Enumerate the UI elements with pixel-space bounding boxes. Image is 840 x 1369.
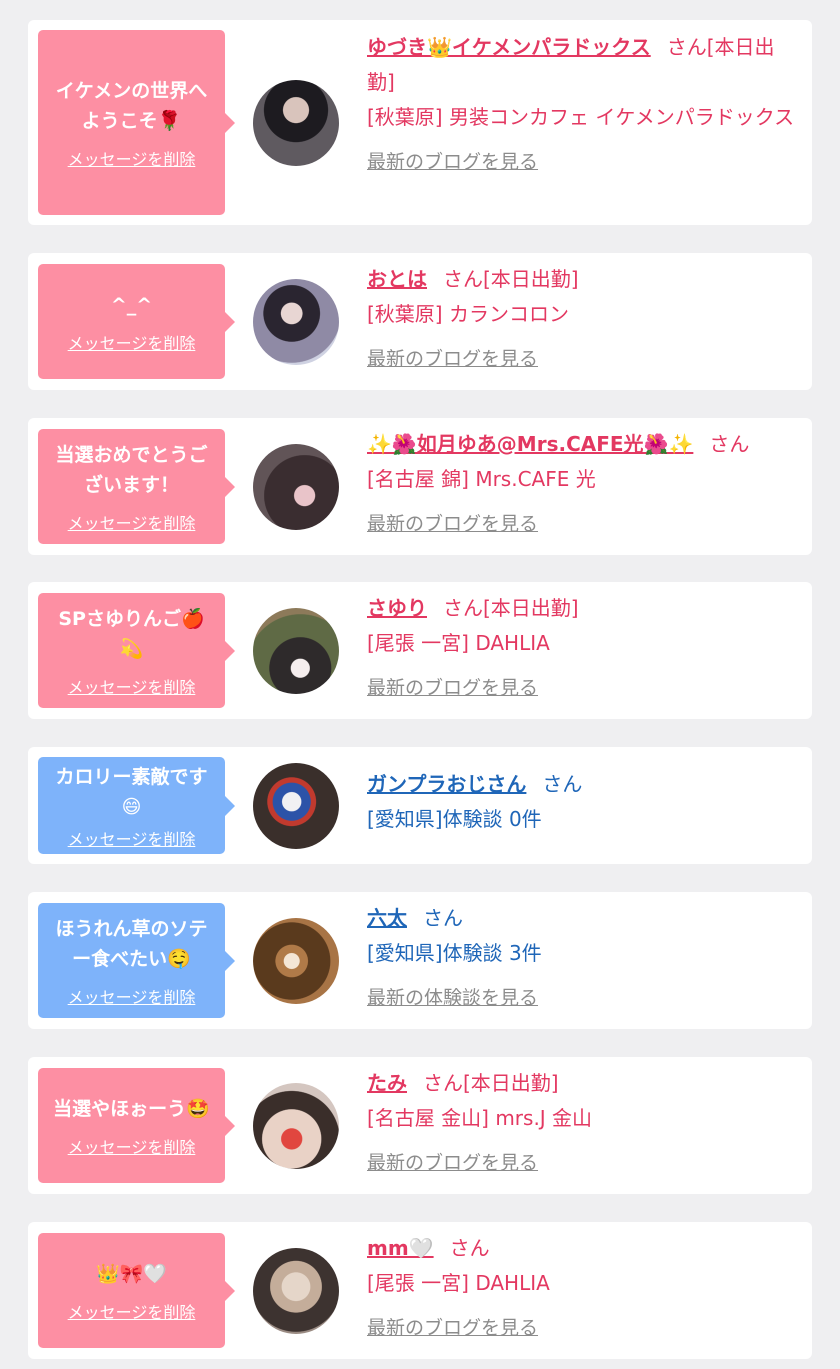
message-bubble: ほうれん草のソテー食べたい🤤 メッセージを削除 — [38, 903, 235, 1018]
message-bubble: SPさゆりんご🍎💫 メッセージを削除 — [38, 593, 235, 708]
message-card: ほうれん草のソテー食べたい🤤 メッセージを削除 六太 さん [愛知県]体験談 3件… — [28, 892, 812, 1029]
user-suffix: さん[本日出勤] — [423, 1071, 559, 1095]
delete-message-link[interactable]: メッセージを削除 — [68, 510, 196, 534]
message-bubble: 当選やほぉーう🤩 メッセージを削除 — [38, 1068, 235, 1183]
delete-message-link[interactable]: メッセージを削除 — [68, 826, 196, 850]
message-text: ほうれん草のソテー食べたい🤤 — [55, 917, 208, 970]
message-card: イケメンの世界へようこそ🌹 メッセージを削除 ゆづき👑イケメンパラドックス さん[… — [28, 20, 812, 225]
shop-label: [愛知県]体験談 3件 — [367, 941, 542, 965]
delete-message-link[interactable]: メッセージを削除 — [68, 674, 196, 698]
shop-label: [愛知県]体験談 0件 — [367, 807, 542, 831]
user-name-link[interactable]: mm🤍 — [367, 1236, 434, 1260]
user-name-link[interactable]: たみ — [367, 1071, 407, 1095]
latest-review-link[interactable]: 最新の体験談を見る — [367, 981, 538, 1016]
shop-label: [秋葉原] カランコロン — [367, 302, 569, 326]
user-suffix: さん — [542, 772, 583, 796]
user-name-link[interactable]: ✨🌺如月ゆあ@Mrs.CAFE光🌺✨ — [367, 432, 693, 456]
message-text: イケメンの世界へようこそ🌹 — [55, 79, 208, 132]
message-bubble: ^_^ メッセージを削除 — [38, 264, 235, 379]
avatar[interactable] — [253, 1248, 339, 1334]
message-bubble: イケメンの世界へようこそ🌹 メッセージを削除 — [38, 30, 235, 215]
user-suffix: さん[本日出勤] — [443, 596, 579, 620]
message-bubble: 当選おめでとうございます！ メッセージを削除 — [38, 429, 235, 544]
user-suffix: さん — [423, 906, 463, 930]
message-bubble: カロリー素敵です😄 メッセージを削除 — [38, 757, 235, 854]
latest-blog-link[interactable]: 最新のブログを見る — [367, 507, 538, 542]
user-suffix: さん — [709, 432, 750, 456]
message-text: SPさゆりんご🍎💫 — [58, 607, 205, 660]
latest-blog-link[interactable]: 最新のブログを見る — [367, 1311, 538, 1346]
latest-blog-link[interactable]: 最新のブログを見る — [367, 342, 538, 377]
delete-message-link[interactable]: メッセージを削除 — [68, 984, 196, 1008]
shop-label: [名古屋 錦] Mrs.CAFE 光 — [367, 467, 596, 491]
message-text: カロリー素敵です😄 — [55, 765, 208, 818]
message-text: ^_^ — [110, 293, 153, 316]
latest-blog-link[interactable]: 最新のブログを見る — [367, 671, 538, 706]
latest-blog-link[interactable]: 最新のブログを見る — [367, 1146, 538, 1181]
message-card: 👑🎀🤍 メッセージを削除 mm🤍 さん [尾張 一宮] DAHLIA 最新のブログ… — [28, 1222, 812, 1359]
message-card: カロリー素敵です😄 メッセージを削除 ガンプラおじさん さん [愛知県]体験談 0… — [28, 747, 812, 864]
avatar[interactable] — [253, 80, 339, 166]
avatar[interactable] — [253, 444, 339, 530]
avatar[interactable] — [253, 763, 339, 849]
user-name-link[interactable]: ゆづき👑イケメンパラドックス — [367, 35, 651, 59]
latest-blog-link[interactable]: 最新のブログを見る — [367, 145, 538, 180]
delete-message-link[interactable]: メッセージを削除 — [68, 1134, 196, 1158]
shop-label: [秋葉原] 男装コンカフェ イケメンパラドックス — [367, 105, 795, 129]
message-text: 当選やほぉーう🤩 — [53, 1097, 210, 1120]
delete-message-link[interactable]: メッセージを削除 — [68, 1299, 196, 1323]
delete-message-link[interactable]: メッセージを削除 — [68, 330, 196, 354]
user-name-link[interactable]: おとは — [367, 267, 427, 291]
avatar[interactable] — [253, 918, 339, 1004]
message-card: 当選やほぉーう🤩 メッセージを削除 たみ さん[本日出勤] [名古屋 金山] mr… — [28, 1057, 812, 1194]
user-name-link[interactable]: ガンプラおじさん — [367, 772, 526, 796]
avatar[interactable] — [253, 608, 339, 694]
message-text: 当選おめでとうございます！ — [55, 443, 208, 496]
user-name-link[interactable]: さゆり — [367, 596, 427, 620]
avatar[interactable] — [253, 279, 339, 365]
shop-label: [尾張 一宮] DAHLIA — [367, 631, 550, 655]
shop-label: [名古屋 金山] mrs.J 金山 — [367, 1106, 593, 1130]
shop-label: [尾張 一宮] DAHLIA — [367, 1271, 550, 1295]
user-suffix: さん[本日出勤] — [443, 267, 579, 291]
message-text: 👑🎀🤍 — [96, 1262, 167, 1285]
user-suffix: さん — [449, 1236, 490, 1260]
message-card: 当選おめでとうございます！ メッセージを削除 ✨🌺如月ゆあ@Mrs.CAFE光🌺… — [28, 418, 812, 555]
delete-message-link[interactable]: メッセージを削除 — [68, 146, 196, 170]
user-name-link[interactable]: 六太 — [367, 906, 407, 930]
message-card: ^_^ メッセージを削除 おとは さん[本日出勤] [秋葉原] カランコロン 最新… — [28, 253, 812, 390]
avatar[interactable] — [253, 1083, 339, 1169]
message-card: SPさゆりんご🍎💫 メッセージを削除 さゆり さん[本日出勤] [尾張 一宮] D… — [28, 582, 812, 719]
message-bubble: 👑🎀🤍 メッセージを削除 — [38, 1233, 235, 1348]
